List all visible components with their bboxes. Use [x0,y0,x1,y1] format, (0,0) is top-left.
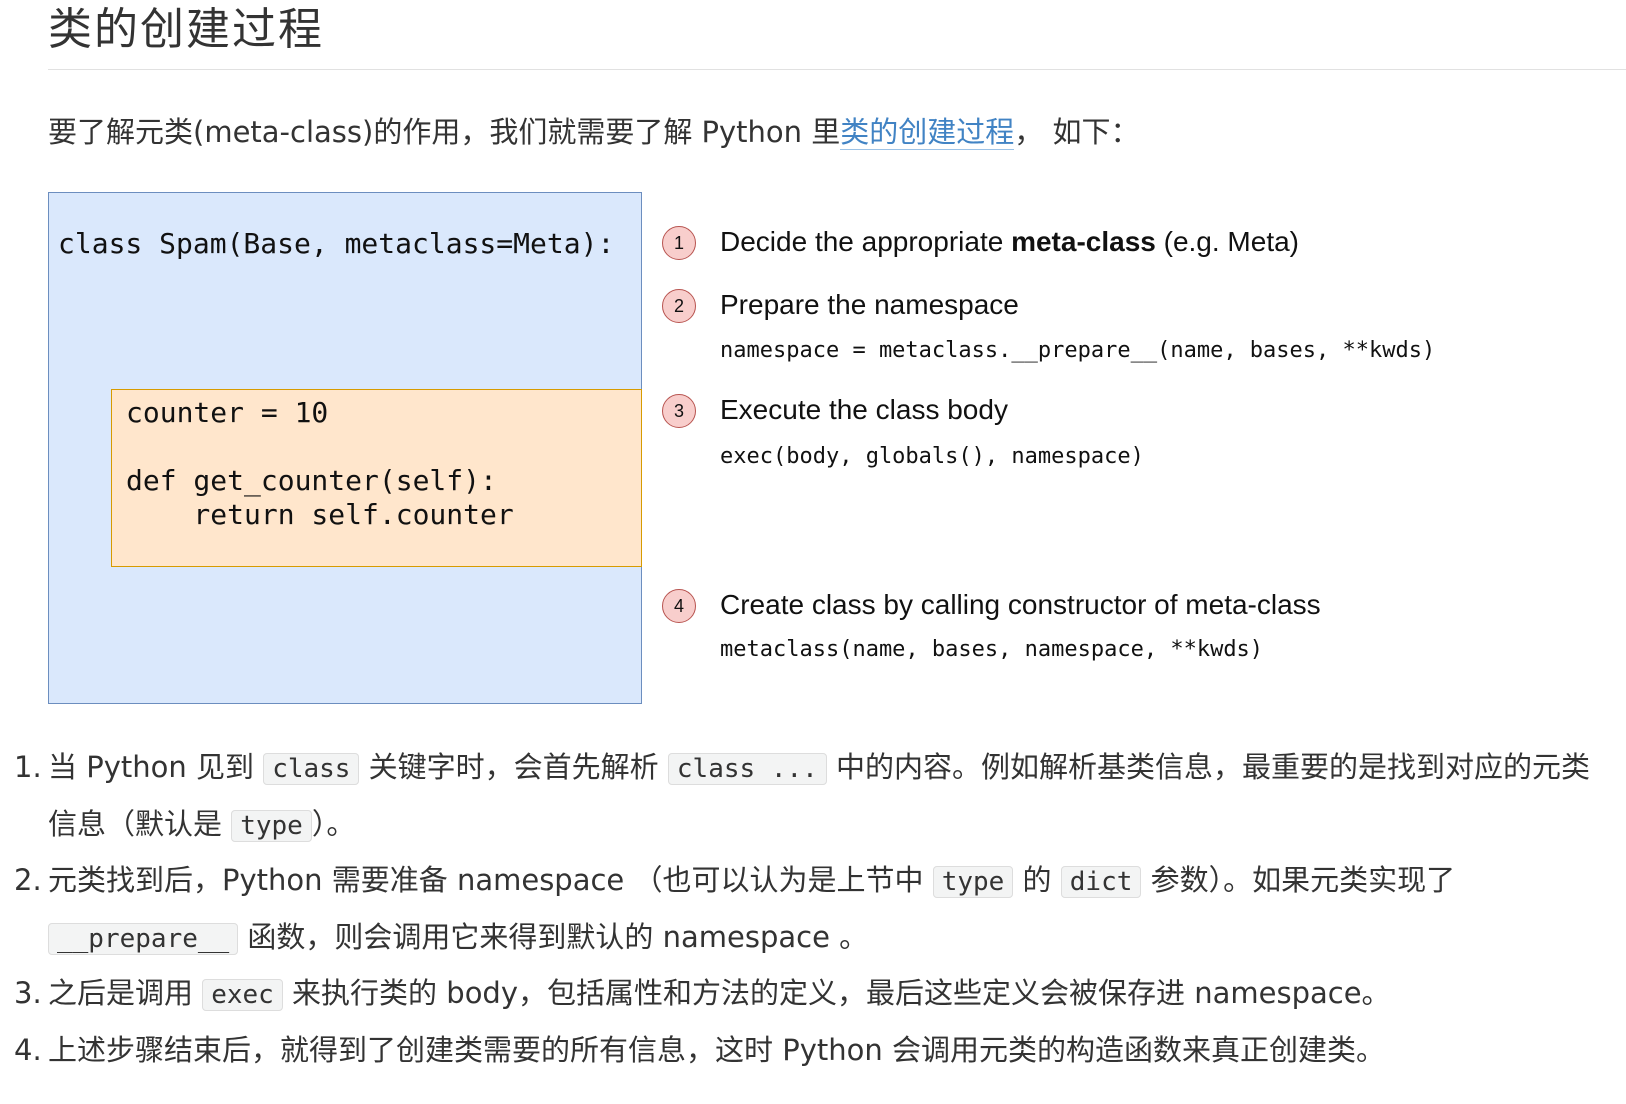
class-body-code: counter = 10 def get_counter(self): retu… [126,396,514,531]
list-number: 1. [14,750,42,784]
list-item: 3. 之后是调用 exec 来执行类的 body，包括属性和方法的定义，最后这些定… [14,966,1614,1023]
intro-text-after: ， 如下： [1014,115,1140,149]
step-number-badge: 4 [662,589,696,623]
inline-code: type [231,809,312,842]
class-definition-line: class Spam(Base, metaclass=Meta): [58,227,615,260]
list-number: 4. [14,1032,42,1067]
step-title: Decide the appropriate meta-class (e.g. … [720,226,1300,257]
step-number-badge: 3 [662,394,696,428]
inline-code: dict [1060,866,1142,898]
inline-code: exec [202,979,283,1011]
class-body-box: counter = 10 def get_counter(self): retu… [111,389,642,567]
inline-code: __prepare__ [48,922,239,955]
list-number: 3. [14,976,42,1010]
intro-text-before: 要了解元类(meta-class)的作用，我们就需要了解 Python 里 [48,115,841,149]
class-creation-link[interactable]: 类的创建过程 [840,115,1015,150]
list-item: 4. 上述步骤结束后，就得到了创建类需要的所有信息，这时 Python 会调用元类… [14,1023,1614,1078]
inline-code: type [932,866,1014,898]
step-title: Prepare the namespace [720,289,1019,320]
step-code: exec(body, globals(), namespace) [720,444,1144,469]
intro-paragraph: 要了解元类(meta-class)的作用，我们就需要了解 Python 里类的创… [48,110,1140,154]
step-number-badge: 1 [662,226,696,260]
step-title: Create class by calling constructor of m… [720,589,1321,620]
list-item: 2. 元类找到后，Python 需要准备 namespace （也可以认为是上节中… [14,853,1614,966]
class-creation-diagram: class Spam(Base, metaclass=Meta): counte… [48,192,1608,706]
page-title: 类的创建过程 [48,4,324,55]
step-title: Execute the class body [720,394,1008,425]
inline-code: class ... [667,753,827,785]
step-number-badge: 2 [662,289,696,323]
step-code: namespace = metaclass.__prepare__(name, … [720,338,1436,363]
step-code: metaclass(name, bases, namespace, **kwds… [720,637,1264,662]
list-item: 1. 当 Python 见到 class 关键字时，会首先解析 class ...… [14,740,1614,853]
inline-code: class [263,753,360,785]
process-steps-list: 1. 当 Python 见到 class 关键字时，会首先解析 class ...… [14,740,1614,1077]
section-heading: 类的创建过程 [48,0,1626,70]
list-number: 2. [14,863,42,897]
